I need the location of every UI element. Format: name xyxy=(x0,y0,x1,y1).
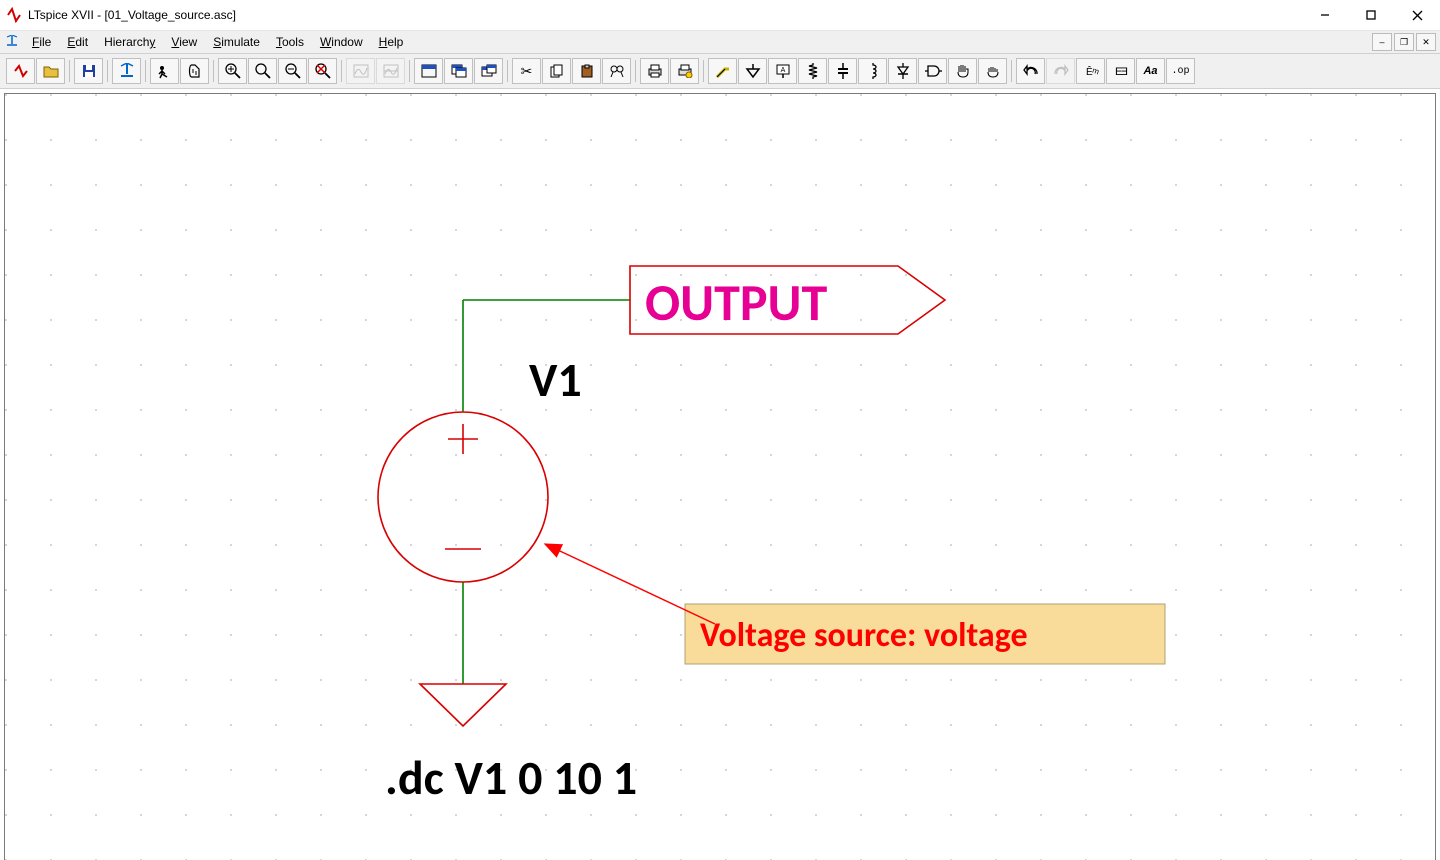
open-button[interactable] xyxy=(36,58,65,84)
label-net-button[interactable]: A xyxy=(768,58,797,84)
spice-directive-button[interactable]: .op xyxy=(1166,58,1195,84)
title-bar: LTspice XVII - [01_Voltage_source.asc] xyxy=(0,0,1440,31)
copy-button[interactable] xyxy=(542,58,571,84)
pan-button[interactable] xyxy=(248,58,277,84)
menu-file[interactable]: File xyxy=(24,33,59,51)
save-button[interactable] xyxy=(74,58,103,84)
paste-button[interactable] xyxy=(572,58,601,84)
find-button[interactable] xyxy=(602,58,631,84)
print-setup-button[interactable] xyxy=(670,58,699,84)
menu-help[interactable]: Help xyxy=(371,33,412,51)
rotate-button[interactable]: Êm xyxy=(1076,58,1105,84)
svg-text:E: E xyxy=(1120,66,1127,78)
grid-background xyxy=(5,94,1435,860)
place-capacitor-button[interactable] xyxy=(828,58,857,84)
cut-button[interactable]: ✂ xyxy=(512,58,541,84)
draw-wire-button[interactable] xyxy=(708,58,737,84)
drag-button[interactable] xyxy=(978,58,1007,84)
control-panel-button[interactable] xyxy=(112,58,141,84)
window-minimize-button[interactable] xyxy=(1302,0,1348,30)
mdi-minimize-button[interactable]: ‒ xyxy=(1372,33,1392,51)
place-resistor-button[interactable] xyxy=(798,58,827,84)
window-maximize-button[interactable] xyxy=(1348,0,1394,30)
place-text-button[interactable]: Aa xyxy=(1136,58,1165,84)
print-button[interactable] xyxy=(640,58,669,84)
zoom-in-button[interactable] xyxy=(218,58,247,84)
menu-window[interactable]: Window xyxy=(312,33,371,51)
cascade-windows-button[interactable] xyxy=(444,58,473,84)
run-button[interactable] xyxy=(150,58,179,84)
schematic-canvas[interactable]: OUTPUT V1 .dc V1 0 10 1 Voltage source: … xyxy=(4,93,1436,860)
move-button[interactable] xyxy=(948,58,977,84)
svg-text:A: A xyxy=(780,67,785,74)
close-windows-button[interactable] xyxy=(474,58,503,84)
place-ground-button[interactable] xyxy=(738,58,767,84)
menu-hierarchy[interactable]: Hierarchy xyxy=(96,33,163,51)
zoom-out-button[interactable] xyxy=(278,58,307,84)
zoom-fit-button[interactable] xyxy=(308,58,337,84)
window-close-button[interactable] xyxy=(1394,0,1440,30)
net-label-text: OUTPUT xyxy=(645,270,827,334)
menu-simulate[interactable]: Simulate xyxy=(205,33,268,51)
tile-windows-button[interactable] xyxy=(414,58,443,84)
halt-button[interactable] xyxy=(180,58,209,84)
menu-edit[interactable]: Edit xyxy=(59,33,96,51)
place-inductor-button[interactable] xyxy=(858,58,887,84)
mirror-button[interactable]: EE xyxy=(1106,58,1135,84)
menu-view[interactable]: View xyxy=(163,33,205,51)
toolbar: ✂ A Êm EE Aa .op xyxy=(0,54,1440,89)
place-diode-button[interactable] xyxy=(888,58,917,84)
spice-directive-text[interactable]: .dc V1 0 10 1 xyxy=(385,748,637,807)
annotation-callout-text: Voltage source: voltage xyxy=(700,615,1028,656)
menu-bar: File Edit Hierarchy View Simulate Tools … xyxy=(0,31,1440,54)
window-title: LTspice XVII - [01_Voltage_source.asc] xyxy=(28,8,236,22)
control-menu-icon[interactable] xyxy=(4,34,20,50)
app-icon xyxy=(6,7,22,23)
undo-button[interactable] xyxy=(1016,58,1045,84)
redo-button[interactable] xyxy=(1046,58,1075,84)
menu-tools[interactable]: Tools xyxy=(268,33,312,51)
mdi-restore-button[interactable]: ❐ xyxy=(1394,33,1414,51)
autorange-y-button[interactable] xyxy=(346,58,375,84)
new-schematic-button[interactable] xyxy=(6,58,35,84)
autorange-x-button[interactable] xyxy=(376,58,405,84)
mdi-close-button[interactable]: ✕ xyxy=(1416,33,1436,51)
place-component-button[interactable] xyxy=(918,58,947,84)
mdi-window-controls: ‒ ❐ ✕ xyxy=(1372,33,1436,51)
component-name-v1[interactable]: V1 xyxy=(529,350,582,409)
